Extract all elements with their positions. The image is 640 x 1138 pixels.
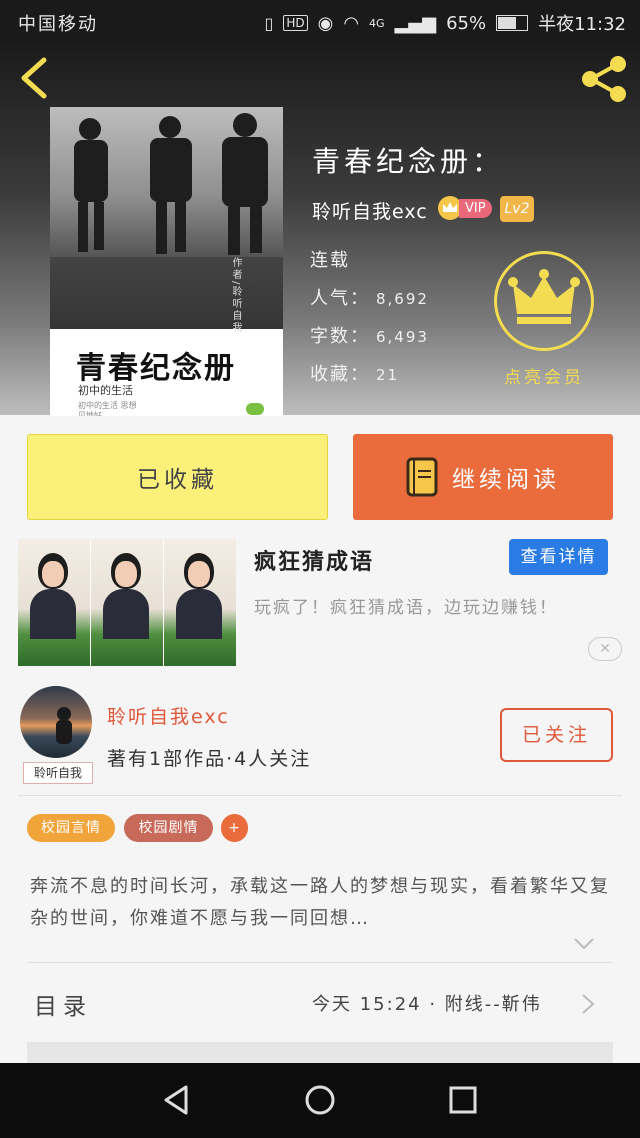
crown-icon [508, 269, 580, 324]
cover-title: 青春纪念册 [76, 351, 236, 386]
avatar[interactable] [20, 686, 92, 758]
add-tag-button[interactable]: + [221, 814, 248, 842]
vip-crown-button[interactable] [494, 251, 594, 351]
eye-icon: ◉ [317, 12, 334, 34]
signal-icon: ▂▄▆ [394, 12, 437, 34]
book-title: 青春纪念册： [312, 145, 505, 178]
card-author-name[interactable]: 聆听自我exc [107, 702, 230, 729]
continue-reading-button[interactable]: 继续阅读 [353, 434, 613, 520]
battery-percent: 65% [446, 12, 487, 34]
popularity-stat: 人气： 8,692 [310, 284, 429, 310]
favorites-stat: 收藏： 21 [310, 360, 399, 386]
nav-recent-apps-icon[interactable] [446, 1083, 480, 1117]
favorited-button[interactable]: 已收藏 [27, 434, 328, 520]
popularity-value: 8,692 [376, 290, 429, 308]
popularity-label: 人气： [310, 288, 370, 309]
ad-image[interactable] [18, 539, 236, 666]
cover-badge [246, 403, 264, 415]
ad-detail-button[interactable]: 查看详情 [509, 539, 608, 575]
back-arrow-icon[interactable] [16, 56, 56, 100]
ad-frame-3 [164, 539, 236, 666]
ad-frame-1 [18, 539, 91, 666]
vip-badge: VIP [437, 195, 492, 221]
serial-status: 连载 [310, 250, 350, 271]
clock: 半夜11:32 [538, 14, 626, 35]
tag-campus-romance[interactable]: 校园言情 [27, 814, 115, 842]
ad-description[interactable]: 玩疯了！疯狂猜成语，边玩边赚钱！ [254, 595, 584, 621]
cover-subtitle: 初中的生活 [78, 384, 133, 397]
network-type: 4G [369, 16, 385, 30]
book-cover[interactable]: 作者/聆听自我 青春纪念册 初中的生活 初中的生活 思想见地好 [50, 107, 283, 416]
tag-campus-drama[interactable]: 校园剧情 [124, 814, 213, 842]
hd-icon: HD [283, 15, 308, 31]
toc-label[interactable]: 目录 [34, 987, 92, 1021]
share-icon[interactable] [578, 54, 630, 104]
battery-icon [496, 15, 529, 31]
wifi-icon: ◠ [343, 12, 360, 34]
nav-back-icon[interactable] [160, 1083, 194, 1117]
vip-promo-label[interactable]: 点亮会员 [488, 363, 600, 388]
nav-home-icon[interactable] [303, 1083, 337, 1117]
favorites-label: 收藏： [310, 364, 370, 385]
divider [18, 795, 622, 796]
cover-photo [50, 107, 283, 329]
follow-button[interactable]: 已关注 [500, 708, 613, 762]
chevron-right-icon[interactable] [580, 993, 596, 1015]
synopsis: 奔流不息的时间长河，承载这一路人的梦想与现实，看着繁华又复杂的世间，你难道不愿与… [30, 876, 610, 929]
continue-reading-label: 继续阅读 [452, 467, 560, 493]
ad-frame-2 [91, 539, 164, 666]
ad-close-button[interactable]: ✕ [588, 637, 622, 661]
divider [27, 962, 613, 963]
wordcount-stat: 字数： 6,493 [310, 322, 429, 348]
toc-latest-chapter[interactable]: 今天 15:24 · 附线--靳伟 [312, 990, 542, 1016]
vibrate-icon: ▯ [264, 13, 274, 33]
avatar-silhouette [56, 707, 72, 744]
wordcount-value: 6,493 [376, 328, 429, 346]
card-author-meta: 著有1部作品·4人关注 [107, 748, 312, 770]
cover-silhouettes [50, 113, 283, 329]
avatar-tag: 聆听自我 [23, 762, 93, 784]
vip-label: VIP [459, 198, 492, 218]
author-name[interactable]: 聆听自我exc [312, 197, 428, 224]
level-badge: Lv2 [500, 196, 534, 222]
status-icons: ▯ HD ◉ ◠ 4G ▂▄▆ 65% 半夜11:32 [265, 10, 626, 36]
cover-side-text: 作者/聆听自我 [230, 257, 241, 335]
status-bar: 中国移动 ▯ HD ◉ ◠ 4G ▂▄▆ 65% 半夜11:32 [0, 0, 640, 42]
cover-small-text: 初中的生活 思想见地好 [78, 401, 137, 416]
favorites-value: 21 [376, 366, 400, 384]
book-icon [406, 457, 438, 497]
wordcount-label: 字数： [310, 326, 370, 347]
ad-title[interactable]: 疯狂猜成语 [254, 544, 374, 576]
chevron-down-icon[interactable] [572, 936, 596, 952]
carrier-name: 中国移动 [18, 14, 98, 35]
